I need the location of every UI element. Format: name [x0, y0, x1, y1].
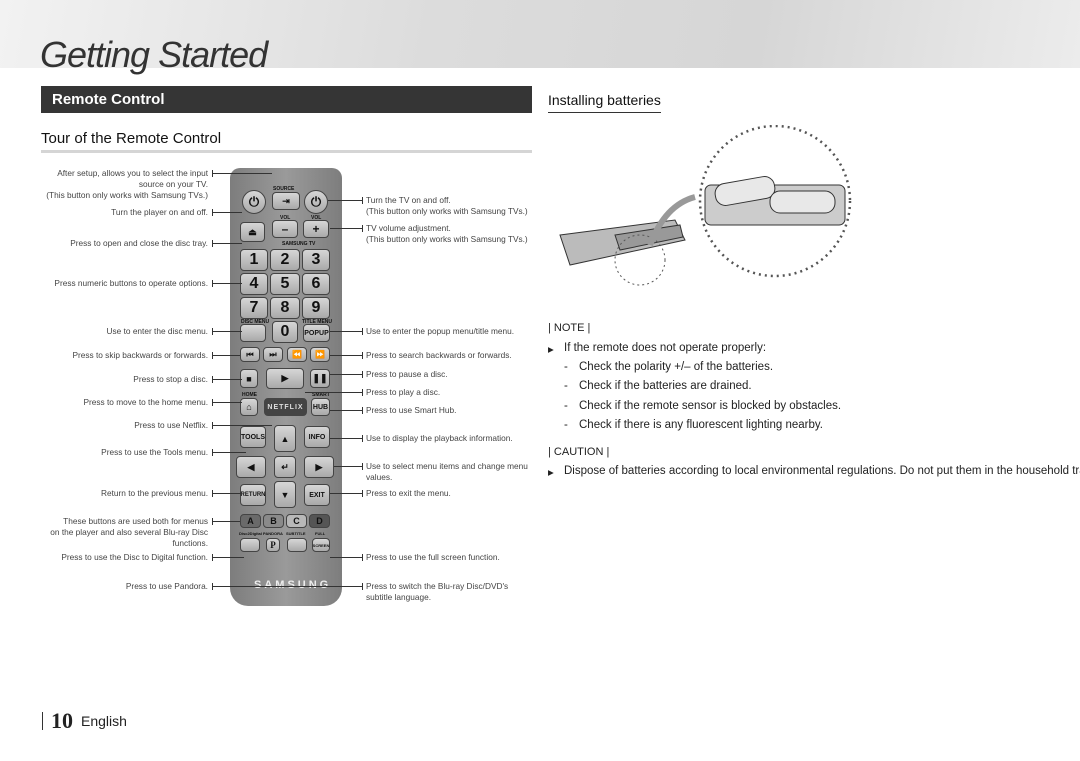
callout-tools: Press to use the Tools menu. — [101, 447, 208, 457]
fast-forward-icon: ⏩ — [310, 347, 330, 362]
digit-button: 0 — [272, 321, 298, 343]
callout-navigation: Use to select menu items and change menu… — [366, 461, 528, 482]
digit-button: 3 — [302, 249, 330, 271]
note-item: Check the polarity +/– of the batteries. — [579, 361, 774, 373]
hub-button: HUB — [311, 398, 330, 416]
callout-eject: Press to open and close the disc tray. — [70, 238, 208, 248]
callout-smart-hub: Press to use Smart Hub. — [366, 405, 457, 415]
page-number: 10 — [51, 708, 73, 733]
enter-icon: ↵ — [274, 456, 296, 478]
remote-control-illustration: SOURCE ⏻ ⇥ ⏻ VOL VOL ⏏ – + SAMSUNG TV 1 … — [230, 168, 342, 606]
callout-subtitle: Press to switch the Blu-ray Disc/DVD's s… — [366, 581, 509, 602]
subtitle-button — [287, 538, 307, 552]
note-heading: | NOTE | — [548, 322, 591, 334]
popup-button: POPUP — [303, 324, 330, 342]
right-arrow-icon: ▶ — [304, 456, 334, 478]
down-arrow-icon: ▼ — [274, 481, 296, 508]
callout-tv-power: Turn the TV on and off. (This button onl… — [366, 195, 528, 216]
callout-pandora: Press to use Pandora. — [125, 581, 208, 591]
color-button-d: D — [309, 514, 330, 528]
home-icon: ⌂ — [240, 398, 258, 416]
digit-button: 6 — [302, 273, 330, 295]
return-button: RETURN — [240, 484, 266, 506]
section-title: Remote Control — [41, 86, 532, 113]
note-item: Check if the batteries are drained. — [579, 380, 752, 392]
digit-button: 5 — [270, 273, 300, 295]
netflix-button: NETFLIX — [264, 398, 307, 416]
color-button-b: B — [263, 514, 284, 528]
subtitle-label: SUBTITLE — [286, 531, 306, 536]
digit-button: 8 — [270, 297, 300, 319]
battery-installation-illustration — [559, 125, 852, 286]
digit-button: 1 — [240, 249, 268, 271]
divider — [41, 150, 532, 153]
pandora-label: PANDORA — [263, 531, 283, 536]
callout-info: Use to display the playback information. — [366, 433, 513, 443]
callout-home: Press to move to the home menu. — [83, 397, 208, 407]
batteries-title: Installing batteries — [548, 92, 661, 113]
note-bullet: If the remote does not operate properly: — [564, 342, 767, 354]
caution-heading: | CAUTION | — [548, 446, 610, 458]
page-footer: 10 English — [42, 708, 127, 734]
callout-search: Press to search backwards or forwards. — [366, 350, 512, 360]
tools-button: TOOLS — [240, 426, 266, 448]
callout-popup: Use to enter the popup menu/title menu. — [366, 326, 515, 336]
disc2digital-label: Disc2Digital — [239, 531, 262, 536]
full-screen-button: SCREEN — [312, 538, 330, 552]
callout-numeric: Press numeric buttons to operate options… — [54, 278, 208, 288]
full-label: FULL — [315, 531, 326, 536]
callout-return: Return to the previous menu. — [101, 488, 208, 498]
note-item: Check if there is any fluorescent lighti… — [579, 419, 823, 431]
pause-icon: ❚❚ — [310, 369, 330, 388]
up-arrow-icon: ▲ — [274, 425, 296, 452]
pandora-button: P — [266, 538, 280, 552]
disc2digital-button — [240, 538, 260, 552]
page-title: Getting Started — [40, 34, 268, 75]
caution-bullet: Dispose of batteries according to local … — [564, 465, 1080, 477]
callout-full-screen: Press to use the full screen function. — [366, 552, 500, 562]
callout-tv-volume: TV volume adjustment. (This button only … — [366, 223, 528, 244]
divider — [42, 712, 43, 730]
source-icon: ⇥ — [272, 192, 300, 210]
digit-button: 7 — [240, 297, 268, 319]
color-button-a: A — [240, 514, 261, 528]
callout-pause: Press to pause a disc. — [366, 369, 448, 379]
note-item: Check if the remote sensor is blocked by… — [579, 400, 842, 412]
skip-back-icon: ⏮ — [240, 347, 260, 362]
callout-disc-menu: Use to enter the disc menu. — [106, 326, 208, 336]
digit-button: 9 — [302, 297, 330, 319]
exit-button: EXIT — [304, 484, 330, 506]
callout-source: After setup, allows you to select the in… — [46, 168, 208, 200]
eject-icon: ⏏ — [240, 222, 265, 242]
language-label: English — [81, 713, 127, 729]
vol-up-button: + — [303, 220, 329, 238]
samsung-logo: SAMSUNG — [254, 579, 332, 591]
color-button-c: C — [286, 514, 307, 528]
rewind-icon: ⏪ — [287, 347, 307, 362]
callout-exit: Press to exit the menu. — [366, 488, 451, 498]
digit-button: 2 — [270, 249, 300, 271]
callout-color-buttons: These buttons are used both for menus on… — [50, 516, 208, 548]
callout-player-power: Turn the player on and off. — [111, 207, 208, 217]
callout-disc2digital: Press to use the Disc to Digital functio… — [61, 552, 208, 562]
play-icon: ▶ — [266, 368, 304, 389]
caution-bullet-icon: ▸ — [548, 467, 554, 479]
callout-stop: Press to stop a disc. — [133, 374, 208, 384]
note-bullet-icon: ▸ — [548, 344, 554, 356]
disc-menu-button — [240, 324, 266, 342]
callout-netflix: Press to use Netflix. — [134, 420, 208, 430]
tv-power-icon: ⏻ — [304, 190, 328, 214]
info-button: INFO — [304, 426, 330, 448]
vol-down-button: – — [272, 220, 298, 238]
callout-skip: Press to skip backwards or forwards. — [72, 350, 208, 360]
subsection-title: Tour of the Remote Control — [41, 130, 222, 147]
callout-play: Press to play a disc. — [366, 387, 441, 397]
stop-icon: ■ — [240, 369, 258, 388]
samsung-tv-label: SAMSUNG TV — [282, 241, 316, 247]
digit-button: 4 — [240, 273, 268, 295]
skip-forward-icon: ⏭ — [263, 347, 283, 362]
left-arrow-icon: ◀ — [236, 456, 266, 478]
player-power-icon: ⏻ — [242, 190, 266, 214]
